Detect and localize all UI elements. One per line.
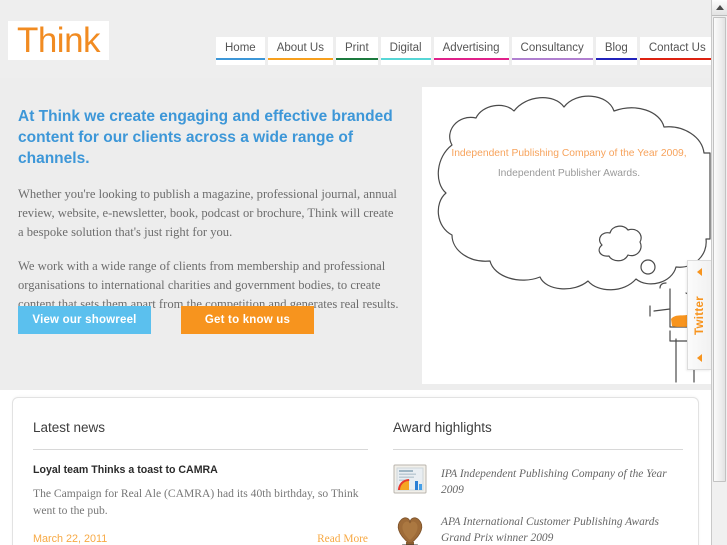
nav-underline bbox=[380, 58, 431, 60]
hero-headline: At Think we create engaging and effectiv… bbox=[18, 108, 393, 167]
nav-underline bbox=[433, 58, 509, 60]
award-item[interactable]: APA International Customer Publishing Aw… bbox=[393, 512, 683, 545]
nav-underline bbox=[639, 58, 711, 60]
nav-item-about-us[interactable]: About Us bbox=[267, 37, 333, 65]
nav-label: Contact Us bbox=[648, 42, 706, 54]
nav-label: About Us bbox=[276, 42, 324, 54]
bubble-rest: Independent Publisher Awards. bbox=[497, 168, 641, 179]
site-logo[interactable]: Think bbox=[8, 21, 109, 60]
award-text: IPA Independent Publishing Company of th… bbox=[441, 468, 667, 496]
hero-paragraph-1: Whether you're looking to publish a maga… bbox=[18, 187, 397, 239]
nav-underline bbox=[595, 58, 637, 60]
logo-text: Think bbox=[16, 21, 101, 60]
scroll-up-arrow-button[interactable] bbox=[712, 0, 727, 16]
nav-label: Blog bbox=[604, 42, 628, 54]
twitter-tab-label: Twitter bbox=[693, 295, 706, 335]
nav-item-consultancy[interactable]: Consultancy bbox=[511, 37, 593, 65]
nav-label: Consultancy bbox=[520, 42, 584, 54]
news-meta: March 22, 2011 Read More bbox=[33, 533, 368, 545]
bottom-content-card: Latest news Loyal team Thinks a toast to… bbox=[12, 397, 699, 545]
scrollbar-thumb[interactable] bbox=[713, 17, 726, 482]
nav-item-advertising[interactable]: Advertising bbox=[433, 37, 509, 65]
nav-underline bbox=[216, 58, 265, 60]
main-navigation: Home About Us Print Digital Advertising bbox=[216, 37, 711, 65]
nav-label: Print bbox=[345, 42, 369, 54]
view-showreel-button[interactable]: View our showreel bbox=[18, 306, 151, 334]
news-body: The Campaign for Real Ale (CAMRA) had it… bbox=[33, 487, 359, 517]
browser-page: Think Home About Us Print Digital Advert… bbox=[0, 0, 727, 545]
site-shell: Think Home About Us Print Digital Advert… bbox=[0, 0, 711, 545]
nav-label: Digital bbox=[389, 42, 422, 54]
nav-underline bbox=[511, 58, 593, 60]
latest-news-column: Latest news Loyal team Thinks a toast to… bbox=[33, 420, 368, 545]
nav-item-contact-us[interactable]: Contact Us bbox=[639, 37, 711, 65]
news-date: March 22, 2011 bbox=[33, 533, 108, 545]
twitter-side-tab[interactable]: Twitter bbox=[687, 260, 711, 370]
nav-item-home[interactable]: Home bbox=[216, 37, 265, 65]
award-highlights-title: Award highlights bbox=[393, 420, 492, 435]
award-text: APA International Customer Publishing Aw… bbox=[441, 516, 659, 544]
bubble-highlight: Independent Publishing Company of the Ye… bbox=[451, 148, 687, 159]
heart-trophy-icon bbox=[393, 512, 427, 545]
award-highlights-column: Award highlights IPA Independent Publish… bbox=[393, 420, 683, 545]
award-item[interactable]: IPA Independent Publishing Company of th… bbox=[393, 464, 683, 500]
hero-cta-group: View our showreel Get to know us bbox=[18, 306, 314, 334]
vertical-scrollbar[interactable] bbox=[711, 0, 727, 545]
nav-item-blog[interactable]: Blog bbox=[595, 37, 637, 65]
news-item[interactable]: Loyal team Thinks a toast to CAMRA The C… bbox=[33, 464, 368, 545]
triangle-left-icon-top bbox=[697, 268, 702, 276]
site-header: Think Home About Us Print Digital Advert… bbox=[0, 0, 711, 78]
section-divider bbox=[33, 449, 368, 450]
get-to-know-us-button[interactable]: Get to know us bbox=[181, 306, 314, 334]
news-headline: Loyal team Thinks a toast to CAMRA bbox=[33, 464, 218, 476]
nav-item-print[interactable]: Print bbox=[336, 37, 378, 65]
triangle-left-icon-bottom bbox=[697, 353, 702, 362]
nav-underline bbox=[267, 58, 333, 60]
nav-label: Advertising bbox=[442, 42, 500, 54]
bubble-award-text: Independent Publishing Company of the Ye… bbox=[444, 144, 694, 184]
hero-illustration-panel: Independent Publishing Company of the Ye… bbox=[422, 87, 711, 384]
framed-certificate-icon bbox=[393, 464, 427, 500]
scroll-up-arrow-icon bbox=[715, 5, 724, 10]
nav-underline bbox=[336, 58, 378, 60]
latest-news-title: Latest news bbox=[33, 420, 106, 435]
nav-item-digital[interactable]: Digital bbox=[380, 37, 431, 65]
hero-section: At Think we create engaging and effectiv… bbox=[0, 78, 711, 390]
section-divider bbox=[393, 449, 683, 450]
read-more-link[interactable]: Read More bbox=[317, 533, 368, 545]
thought-bubble-illustration bbox=[437, 95, 711, 383]
hero-copy: At Think we create engaging and effectiv… bbox=[18, 106, 400, 329]
nav-label: Home bbox=[225, 42, 256, 54]
